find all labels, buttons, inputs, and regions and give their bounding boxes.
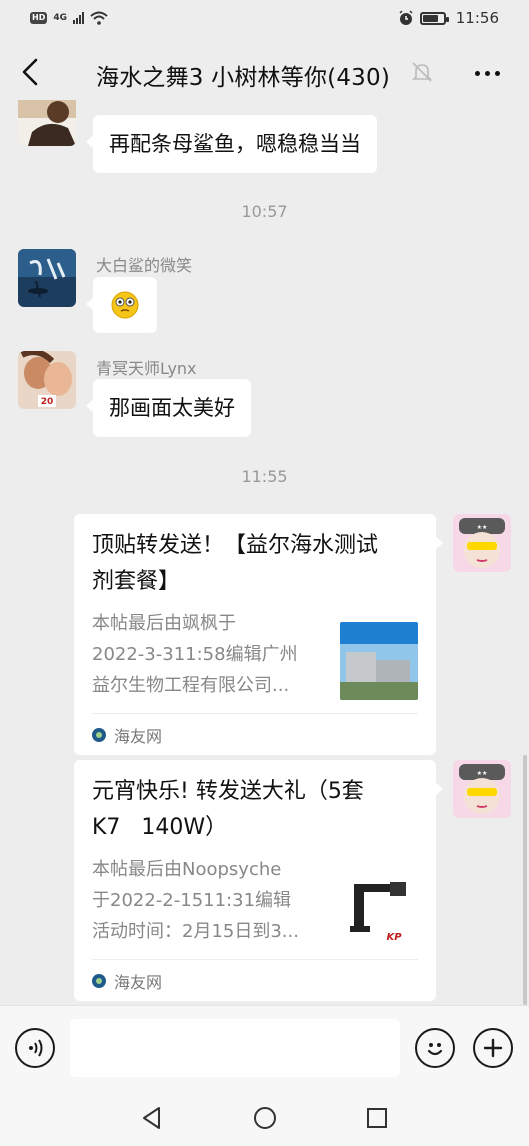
card-source: 海友网 bbox=[92, 713, 418, 755]
status-right: 11:56 bbox=[398, 9, 499, 27]
back-arrow-icon bbox=[22, 58, 38, 86]
plus-button[interactable] bbox=[473, 1028, 513, 1068]
network-label: 4G bbox=[53, 13, 67, 23]
message-text: 那画面太美好 bbox=[109, 396, 235, 420]
voice-icon bbox=[29, 1039, 43, 1057]
status-left: HD 4G bbox=[30, 11, 108, 25]
chat-header: 海水之舞3 小树林等你(430) bbox=[0, 36, 529, 108]
avatar[interactable]: ★★ bbox=[453, 514, 511, 572]
avatar[interactable] bbox=[18, 249, 76, 307]
message-bubble[interactable]: 那画面太美好 bbox=[86, 379, 251, 437]
signal-icon bbox=[73, 12, 84, 24]
card-description: 本帖最后由Noopsyche 于2022-2-1511:31编辑 活动时间：2月… bbox=[92, 859, 299, 942]
status-bar: HD 4G 11:56 bbox=[0, 0, 529, 36]
svg-text:KP: KP bbox=[386, 932, 402, 943]
avatar[interactable] bbox=[18, 100, 76, 146]
alarm-icon bbox=[399, 10, 413, 25]
emoji-awkward-face-icon bbox=[111, 291, 139, 319]
timestamp: 10:57 bbox=[241, 202, 288, 221]
sender-name: 青冥天师Lynx bbox=[96, 359, 197, 378]
message-bubble[interactable] bbox=[86, 277, 157, 333]
svg-text:★★: ★★ bbox=[477, 524, 488, 531]
card-title: 顶贴转发送！【益尔海水测试 剂套餐】 bbox=[92, 533, 379, 594]
voice-button[interactable] bbox=[15, 1028, 55, 1068]
emoji-button[interactable] bbox=[415, 1028, 455, 1068]
message-text: 再配条母鲨鱼，嗯稳稳当当 bbox=[109, 132, 361, 156]
wifi-icon bbox=[90, 11, 108, 25]
sender-name: 大白鲨的微笑 bbox=[96, 256, 193, 275]
link-card[interactable]: 元宵快乐! 转发送大礼（5套 K7 140W） 本帖最后由Noopsyche 于… bbox=[74, 760, 443, 1001]
avatar[interactable]: 20 bbox=[18, 351, 76, 409]
battery-icon bbox=[419, 11, 449, 25]
more-button[interactable] bbox=[470, 58, 504, 88]
more-dots-icon bbox=[474, 70, 480, 76]
card-title: 元宵快乐! 转发送大礼（5套 K7 140W） bbox=[92, 779, 364, 840]
status-time: 11:56 bbox=[455, 9, 499, 27]
card-description: 本帖最后由飒枫于 2022-3-311:58编辑广州 益尔生物工程有限公司... bbox=[92, 613, 298, 696]
chat-area[interactable]: 再配条母鲨鱼，嗯稳稳当当 10:57 大白鲨的微笑 20 青冥天师Lynx 那画… bbox=[0, 100, 529, 1005]
timestamp: 11:55 bbox=[241, 467, 288, 486]
nav-home-circle-icon[interactable] bbox=[252, 1105, 278, 1131]
chat-title: 海水之舞3 小树林等你(430) bbox=[96, 65, 390, 91]
message-input[interactable] bbox=[70, 1019, 400, 1077]
mute-bell-icon bbox=[412, 62, 432, 82]
nav-recents-square-icon[interactable] bbox=[364, 1105, 390, 1131]
plus-icon bbox=[483, 1038, 503, 1058]
link-card[interactable]: 顶贴转发送！【益尔海水测试 剂套餐】 本帖最后由飒枫于 2022-3-311:5… bbox=[74, 514, 443, 755]
card-source: 海友网 bbox=[92, 959, 418, 1001]
emoji-icon bbox=[427, 1043, 443, 1056]
source-logo-icon bbox=[92, 727, 106, 742]
scrollbar[interactable] bbox=[523, 755, 527, 1005]
hd-badge: HD bbox=[30, 12, 48, 24]
card-thumbnail: KP bbox=[340, 868, 418, 946]
input-bar bbox=[0, 1005, 529, 1091]
svg-text:★★: ★★ bbox=[477, 770, 488, 777]
message-bubble[interactable]: 再配条母鲨鱼，嗯稳稳当当 bbox=[86, 115, 377, 173]
source-logo-icon bbox=[92, 973, 106, 988]
nav-back-triangle-icon[interactable] bbox=[139, 1105, 165, 1131]
system-nav-bar bbox=[0, 1091, 529, 1146]
card-thumbnail bbox=[340, 622, 418, 700]
svg-text:20: 20 bbox=[41, 397, 54, 407]
back-button[interactable] bbox=[14, 56, 46, 88]
avatar[interactable]: ★★ bbox=[453, 760, 511, 818]
